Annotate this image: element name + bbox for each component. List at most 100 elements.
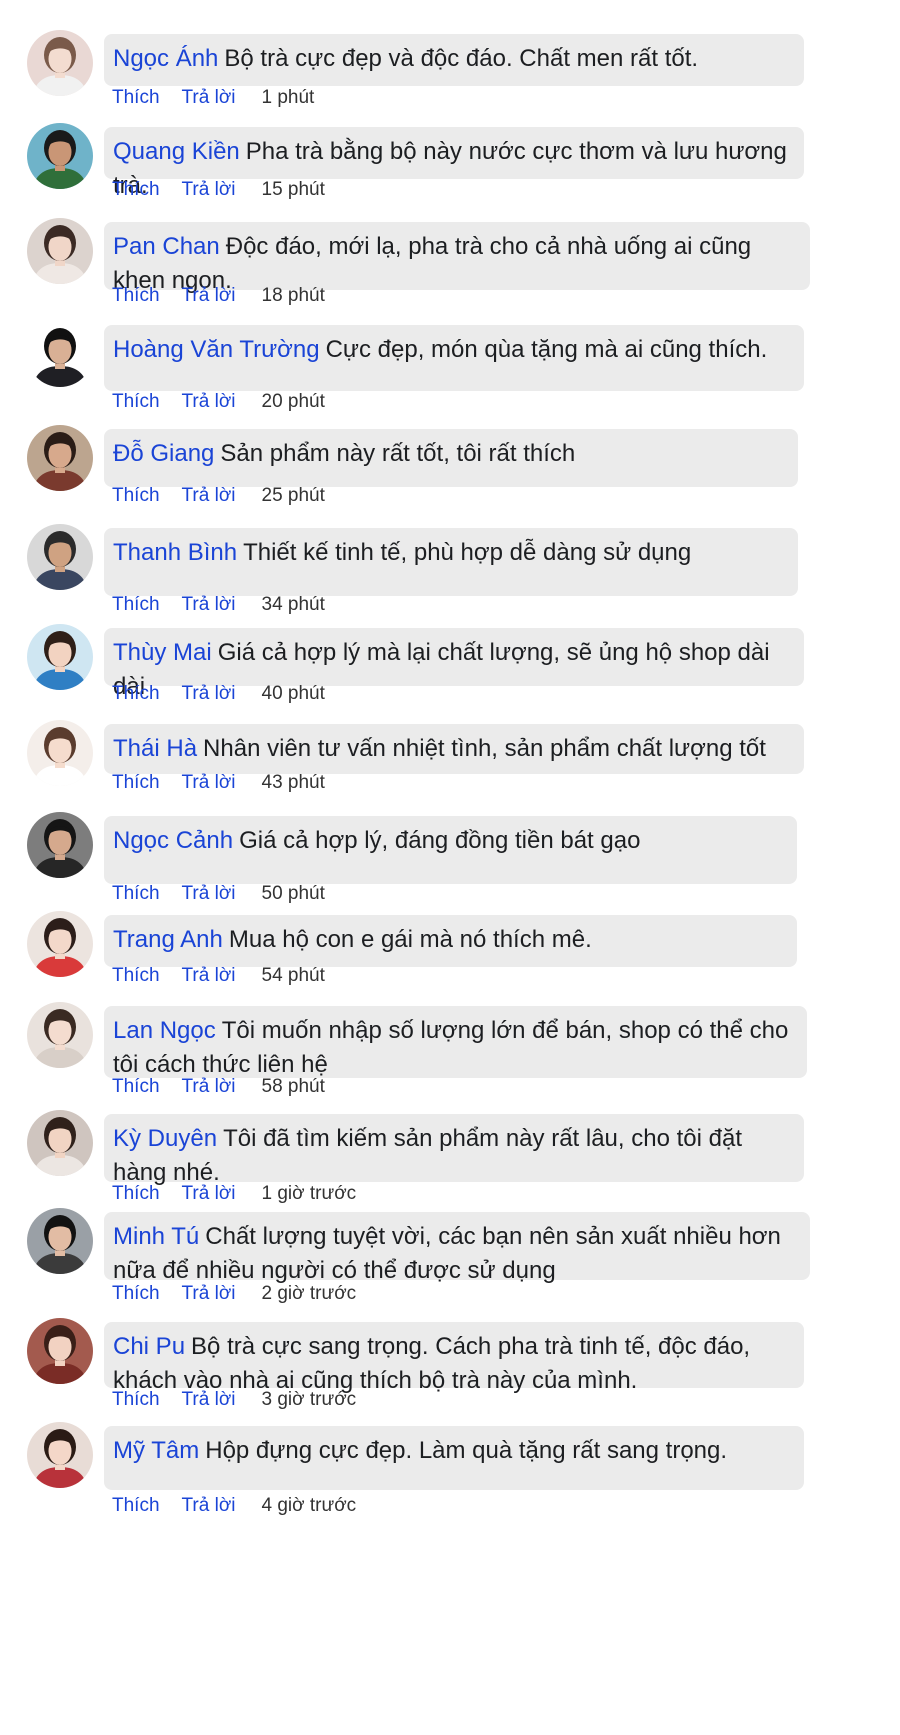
comment-actions: Thích Trả lời 50 phút: [112, 882, 325, 906]
user-avatar-icon: [27, 720, 93, 786]
comment-author[interactable]: Thái Hà: [113, 735, 197, 762]
comment-timestamp: 20 phút: [261, 391, 325, 412]
comment-author[interactable]: Lan Ngọc: [113, 1017, 216, 1044]
comment-actions: Thích Trả lời 40 phút: [112, 682, 325, 706]
comment-author[interactable]: Thanh Bình: [113, 539, 237, 566]
comment-author[interactable]: Thùy Mai: [113, 639, 212, 666]
comment-actions: Thích Trả lời 4 giờ trước: [112, 1494, 356, 1518]
comment-bubble: Ngọc Ánh Bộ trà cực đẹp và độc đáo. Chất …: [104, 34, 804, 86]
avatar[interactable]: [27, 30, 93, 96]
comment-text: Thiết kế tinh tế, phù hợp dễ dàng sử dụn…: [243, 539, 692, 566]
avatar[interactable]: [27, 123, 93, 189]
like-button[interactable]: Thích: [112, 1076, 160, 1097]
reply-button[interactable]: Trả lời: [182, 772, 236, 793]
comment-bubble: Minh Tú Chất lượng tuyệt vời, các bạn nên…: [104, 1212, 810, 1284]
avatar[interactable]: [27, 321, 93, 387]
like-button[interactable]: Thích: [112, 1389, 160, 1410]
reply-button[interactable]: Trả lời: [182, 1183, 236, 1204]
user-avatar-icon: [27, 1002, 93, 1068]
comment-timestamp: 50 phút: [261, 883, 325, 904]
user-avatar-icon: [27, 812, 93, 878]
user-avatar-icon: [27, 321, 93, 387]
avatar[interactable]: [27, 911, 93, 977]
comment-actions: Thích Trả lời 3 giờ trước: [112, 1388, 356, 1412]
comment-text: Giá cả hợp lý, đáng đồng tiền bát gạo: [239, 827, 641, 854]
reply-button[interactable]: Trả lời: [182, 485, 236, 506]
reply-button[interactable]: Trả lời: [182, 87, 236, 108]
reply-button[interactable]: Trả lời: [182, 683, 236, 704]
comment-bubble: Mỹ Tâm Hộp đựng cực đẹp. Làm quà tặng rất…: [104, 1426, 804, 1490]
user-avatar-icon: [27, 425, 93, 491]
comment-author[interactable]: Kỳ Duyên: [113, 1125, 217, 1152]
comment-bubble: Quang Kiền Pha trà bằng bộ này nước cực t…: [104, 127, 804, 199]
like-button[interactable]: Thích: [112, 87, 160, 108]
like-button[interactable]: Thích: [112, 1183, 160, 1204]
reply-button[interactable]: Trả lời: [182, 1389, 236, 1410]
comment-text: Bộ trà cực đẹp và độc đáo. Chất men rất …: [224, 45, 699, 72]
avatar[interactable]: [27, 720, 93, 786]
comment-author[interactable]: Hoàng Văn Trường: [113, 336, 320, 363]
avatar[interactable]: [27, 1422, 93, 1488]
avatar[interactable]: [27, 1208, 93, 1274]
comment-timestamp: 43 phút: [261, 772, 325, 793]
like-button[interactable]: Thích: [112, 391, 160, 412]
comment-author[interactable]: Ngọc Ánh: [113, 45, 218, 72]
like-button[interactable]: Thích: [112, 683, 160, 704]
comment-timestamp: 1 giờ trước: [261, 1183, 357, 1204]
user-avatar-icon: [27, 524, 93, 590]
user-avatar-icon: [27, 1422, 93, 1488]
reply-button[interactable]: Trả lời: [182, 391, 236, 412]
reply-button[interactable]: Trả lời: [182, 965, 236, 986]
comment-author[interactable]: Ngọc Cảnh: [113, 827, 233, 854]
reply-button[interactable]: Trả lời: [182, 179, 236, 200]
comment-author[interactable]: Trang Anh: [113, 926, 223, 953]
comment-actions: Thích Trả lời 2 giờ trước: [112, 1282, 356, 1306]
comment-author[interactable]: Minh Tú: [113, 1223, 199, 1250]
comment-list: Ngọc Ánh Bộ trà cực đẹp và độc đáo. Chất …: [0, 0, 900, 1735]
comment-author[interactable]: Chi Pu: [113, 1333, 185, 1360]
comment-author[interactable]: Quang Kiền: [113, 138, 240, 165]
like-button[interactable]: Thích: [112, 883, 160, 904]
like-button[interactable]: Thích: [112, 965, 160, 986]
comment-timestamp: 54 phút: [261, 965, 325, 986]
like-button[interactable]: Thích: [112, 1495, 160, 1516]
avatar[interactable]: [27, 1110, 93, 1176]
comment-timestamp: 2 giờ trước: [261, 1283, 357, 1304]
avatar[interactable]: [27, 425, 93, 491]
avatar[interactable]: [27, 812, 93, 878]
comment-author[interactable]: Mỹ Tâm: [113, 1437, 199, 1464]
comment-bubble: Kỳ Duyên Tôi đã tìm kiếm sản phẩm này rất…: [104, 1114, 804, 1186]
like-button[interactable]: Thích: [112, 179, 160, 200]
like-button[interactable]: Thích: [112, 594, 160, 615]
reply-button[interactable]: Trả lời: [182, 1283, 236, 1304]
like-button[interactable]: Thích: [112, 285, 160, 306]
comment-actions: Thích Trả lời 15 phút: [112, 178, 325, 202]
comment-bubble: Thái Hà Nhân viên tư vấn nhiệt tình, sản …: [104, 724, 804, 774]
comment-text: Bộ trà cực sang trọng. Cách pha trà tinh…: [113, 1333, 751, 1394]
like-button[interactable]: Thích: [112, 772, 160, 793]
like-button[interactable]: Thích: [112, 485, 160, 506]
avatar[interactable]: [27, 1002, 93, 1068]
reply-button[interactable]: Trả lời: [182, 1076, 236, 1097]
comment-author[interactable]: Pan Chan: [113, 233, 220, 260]
comment-bubble: Đỗ Giang Sản phẩm này rất tốt, tôi rất th…: [104, 429, 798, 487]
reply-button[interactable]: Trả lời: [182, 285, 236, 306]
avatar[interactable]: [27, 1318, 93, 1384]
comment-actions: Thích Trả lời 20 phút: [112, 390, 325, 414]
reply-button[interactable]: Trả lời: [182, 594, 236, 615]
avatar[interactable]: [27, 218, 93, 284]
comment-timestamp: 18 phút: [261, 285, 325, 306]
comment-timestamp: 58 phút: [261, 1076, 325, 1097]
user-avatar-icon: [27, 911, 93, 977]
avatar[interactable]: [27, 624, 93, 690]
comment-author[interactable]: Đỗ Giang: [113, 440, 214, 467]
comment-actions: Thích Trả lời 1 giờ trước: [112, 1182, 356, 1206]
comment-bubble: Trang Anh Mua hộ con e gái mà nó thích mê…: [104, 915, 797, 967]
comment-text: Nhân viên tư vấn nhiệt tình, sản phẩm ch…: [203, 735, 766, 762]
like-button[interactable]: Thích: [112, 1283, 160, 1304]
avatar[interactable]: [27, 524, 93, 590]
reply-button[interactable]: Trả lời: [182, 883, 236, 904]
comment-timestamp: 25 phút: [261, 485, 325, 506]
reply-button[interactable]: Trả lời: [182, 1495, 236, 1516]
comment-actions: Thích Trả lời 54 phút: [112, 964, 325, 988]
